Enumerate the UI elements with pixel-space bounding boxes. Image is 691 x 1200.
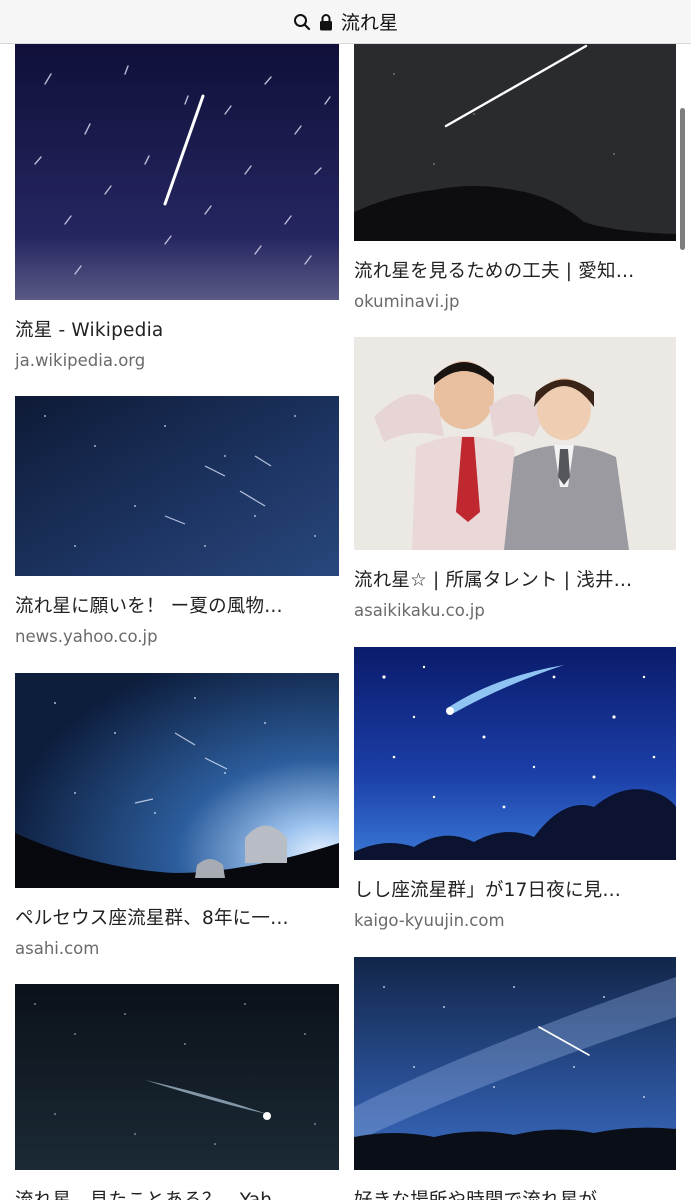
result-card[interactable]: しし座流星群」が17日夜に見… kaigo-kyuujin.com bbox=[354, 647, 676, 930]
scrollbar[interactable] bbox=[680, 108, 685, 250]
result-source[interactable]: ja.wikipedia.org bbox=[15, 351, 339, 370]
result-source[interactable]: asahi.com bbox=[15, 939, 339, 958]
result-source[interactable]: news.yahoo.co.jp bbox=[15, 627, 339, 646]
result-title[interactable]: しし座流星群」が17日夜に見… bbox=[354, 876, 676, 902]
result-title[interactable]: 流れ星を見るための工夫 | 愛知… bbox=[354, 257, 676, 283]
result-thumbnail[interactable] bbox=[15, 44, 339, 300]
result-title[interactable]: 流星 - Wikipedia bbox=[15, 316, 339, 342]
address-bar[interactable]: 流れ星 bbox=[0, 0, 691, 44]
search-query: 流れ星 bbox=[340, 12, 398, 34]
result-title[interactable]: ペルセウス座流星群、8年に一… bbox=[15, 904, 339, 930]
result-title[interactable]: 流れ星、見たことある？ - Yah… bbox=[15, 1186, 339, 1200]
result-thumbnail[interactable] bbox=[354, 44, 676, 241]
result-title[interactable]: 流れ星☆ | 所属タレント | 浅井… bbox=[354, 566, 676, 592]
result-thumbnail[interactable] bbox=[354, 957, 676, 1170]
result-thumbnail[interactable] bbox=[15, 984, 339, 1170]
result-thumbnail[interactable] bbox=[354, 647, 676, 860]
result-card[interactable]: 流れ星、見たことある？ - Yah… bbox=[15, 984, 339, 1200]
result-title[interactable]: 流れ星に願いを！ ー夏の風物… bbox=[15, 592, 339, 618]
search-icon bbox=[293, 13, 311, 31]
lock-icon bbox=[319, 13, 333, 31]
result-card[interactable]: 好きな場所や時間で流れ星が… bbox=[354, 957, 676, 1200]
result-card[interactable]: 流星 - Wikipedia ja.wikipedia.org bbox=[15, 44, 339, 370]
result-source[interactable]: okuminavi.jp bbox=[354, 292, 676, 311]
result-source[interactable]: kaigo-kyuujin.com bbox=[354, 911, 676, 930]
result-card[interactable]: 流れ星に願いを！ ー夏の風物… news.yahoo.co.jp bbox=[15, 396, 339, 646]
result-card[interactable]: ペルセウス座流星群、8年に一… asahi.com bbox=[15, 673, 339, 958]
result-thumbnail[interactable] bbox=[354, 337, 676, 550]
result-card[interactable]: 流れ星☆ | 所属タレント | 浅井… asaikikaku.co.jp bbox=[354, 337, 676, 620]
result-thumbnail[interactable] bbox=[15, 396, 339, 576]
result-source[interactable]: asaikikaku.co.jp bbox=[354, 601, 676, 620]
result-title[interactable]: 好きな場所や時間で流れ星が… bbox=[354, 1186, 676, 1200]
url-display[interactable]: 流れ星 bbox=[293, 8, 398, 35]
result-card[interactable]: 流れ星を見るための工夫 | 愛知… okuminavi.jp bbox=[354, 44, 676, 311]
result-thumbnail[interactable] bbox=[15, 673, 339, 888]
